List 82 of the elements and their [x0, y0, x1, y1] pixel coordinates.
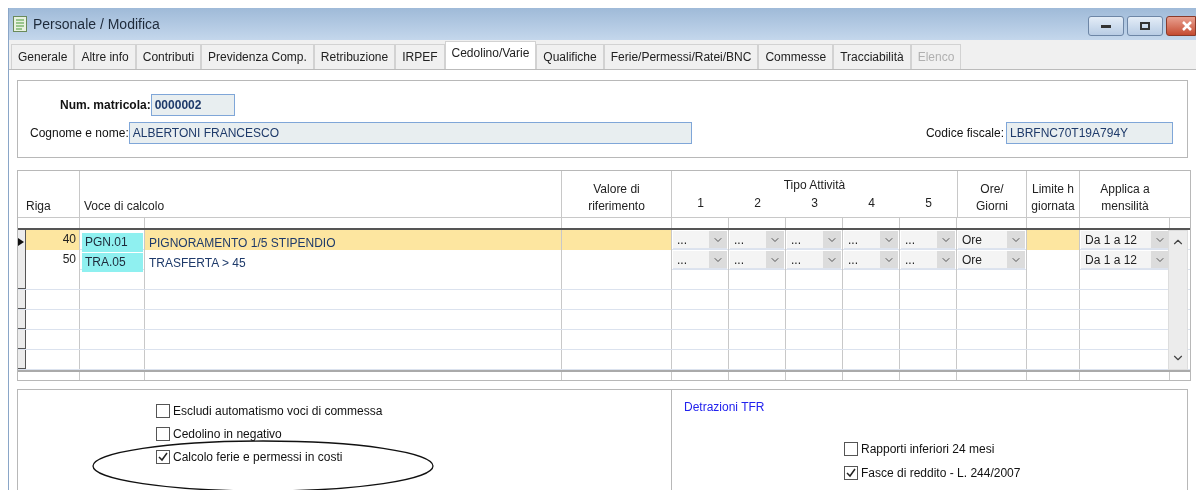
checkbox-label: Calcolo ferie e permessi in costi [173, 449, 343, 466]
checkbox[interactable] [156, 450, 170, 464]
column-header: 3 [811, 195, 818, 212]
dropdown[interactable]: Da 1 a 12 [1081, 231, 1169, 249]
group-title: Detrazioni TFR [684, 399, 766, 416]
tab[interactable]: IRPEF [395, 44, 445, 69]
fiscal-code-field[interactable]: LBRFNC70T19A794Y [1006, 122, 1173, 144]
chevron-down-icon [709, 251, 727, 268]
chevron-down-icon [823, 251, 841, 268]
tab[interactable]: Cedolino/Varie [444, 41, 537, 69]
maximize-button[interactable] [1127, 16, 1163, 36]
checkmark-icon [846, 468, 856, 478]
dropdown[interactable]: ... [730, 231, 784, 249]
column-header: 2 [754, 195, 761, 212]
chevron-down-icon [1151, 251, 1169, 268]
document-icon [13, 16, 27, 32]
column-header: Limite h giornata [1031, 181, 1075, 215]
dropdown[interactable]: ... [673, 231, 727, 249]
dropdown[interactable]: ... [787, 251, 841, 269]
tab[interactable]: Commesse [758, 44, 834, 69]
chevron-down-icon [937, 251, 955, 268]
row-header[interactable] [18, 350, 26, 369]
column-header: Riga [26, 198, 51, 215]
checkbox[interactable] [156, 404, 170, 418]
checkmark-icon [158, 452, 168, 462]
table-cell: TRA.05 [82, 252, 143, 272]
row-header[interactable] [18, 290, 26, 309]
dropdown[interactable]: ... [673, 251, 727, 269]
row-header[interactable] [18, 330, 26, 349]
dropdown[interactable]: Ore [958, 251, 1025, 269]
close-icon [1181, 20, 1193, 32]
table-row[interactable]: 50 TRA.05 TRASFERTA > 45 ... ... ... ... ... Ore Da 1 a 12 [18, 250, 1190, 270]
table-cell-text: 50 [61, 251, 77, 268]
tab[interactable]: Contributi [135, 44, 202, 69]
tab[interactable]: Tracciabilità [833, 44, 911, 69]
name-field[interactable]: ALBERTONI FRANCESCO [128, 122, 692, 144]
chevron-down-icon [880, 251, 898, 268]
table-cell: PGN.01 [82, 232, 143, 252]
tab[interactable]: Previdenza Comp. [201, 44, 314, 69]
close-button[interactable] [1166, 16, 1196, 36]
dropdown[interactable]: ... [787, 231, 841, 249]
column-header: Tipo Attività [783, 177, 846, 194]
field-label: Cognome e nome: [30, 125, 129, 142]
checkbox-label: Fasce di reddito - L. 244/2007 [861, 465, 1021, 482]
dropdown[interactable]: ... [901, 231, 955, 249]
field-label: Codice fiscale: [925, 125, 1004, 142]
tab[interactable]: Ferie/Permessi/Ratei/BNC [603, 44, 759, 69]
column-header: Valore di riferimento [588, 181, 645, 215]
column-header: 5 [925, 195, 932, 212]
dropdown[interactable]: Ore [958, 231, 1025, 249]
checkbox[interactable] [844, 466, 858, 480]
dropdown[interactable]: Da 1 a 12 [1081, 251, 1169, 269]
dropdown[interactable]: ... [730, 251, 784, 269]
tab[interactable]: Generale [11, 44, 75, 69]
column-header: Ore/ Giorni [976, 181, 1008, 215]
checkbox-label: Cedolino in negativo [173, 426, 282, 443]
column-header: Applica a mensilità [1100, 181, 1150, 215]
checkbox-label: Escludi automatismo voci di commessa [173, 403, 383, 420]
matricola-field[interactable]: 0000002 [150, 94, 235, 116]
column-header: 1 [697, 195, 704, 212]
dropdown[interactable]: ... [844, 231, 898, 249]
tab[interactable]: Retribuzione [313, 44, 396, 69]
scrollbar[interactable] [1168, 230, 1188, 370]
tab[interactable]: Qualifiche [536, 44, 604, 69]
dropdown[interactable]: ... [844, 251, 898, 269]
column-header: Voce di calcolo [84, 198, 165, 215]
table-cell-text: 40 [61, 231, 77, 248]
checkbox[interactable] [844, 442, 858, 456]
column-header: 4 [868, 195, 875, 212]
field-label: Num. matricola: [60, 97, 151, 114]
row-pointer-icon [18, 238, 24, 246]
checkbox-label: Rapporti inferiori 24 mesi [861, 441, 995, 458]
minimize-button[interactable] [1088, 16, 1124, 36]
chevron-down-icon [1007, 251, 1025, 268]
table-cell: PIGNORAMENTO 1/5 STIPENDIO [149, 236, 336, 250]
tab[interactable]: Altre info [74, 44, 136, 69]
table-cell: TRASFERTA > 45 [149, 256, 246, 270]
row-header[interactable] [18, 310, 26, 329]
checkbox[interactable] [156, 427, 170, 441]
chevron-down-icon [766, 251, 784, 268]
dropdown[interactable]: ... [901, 251, 955, 269]
window-title: Personale / Modifica [33, 14, 160, 34]
